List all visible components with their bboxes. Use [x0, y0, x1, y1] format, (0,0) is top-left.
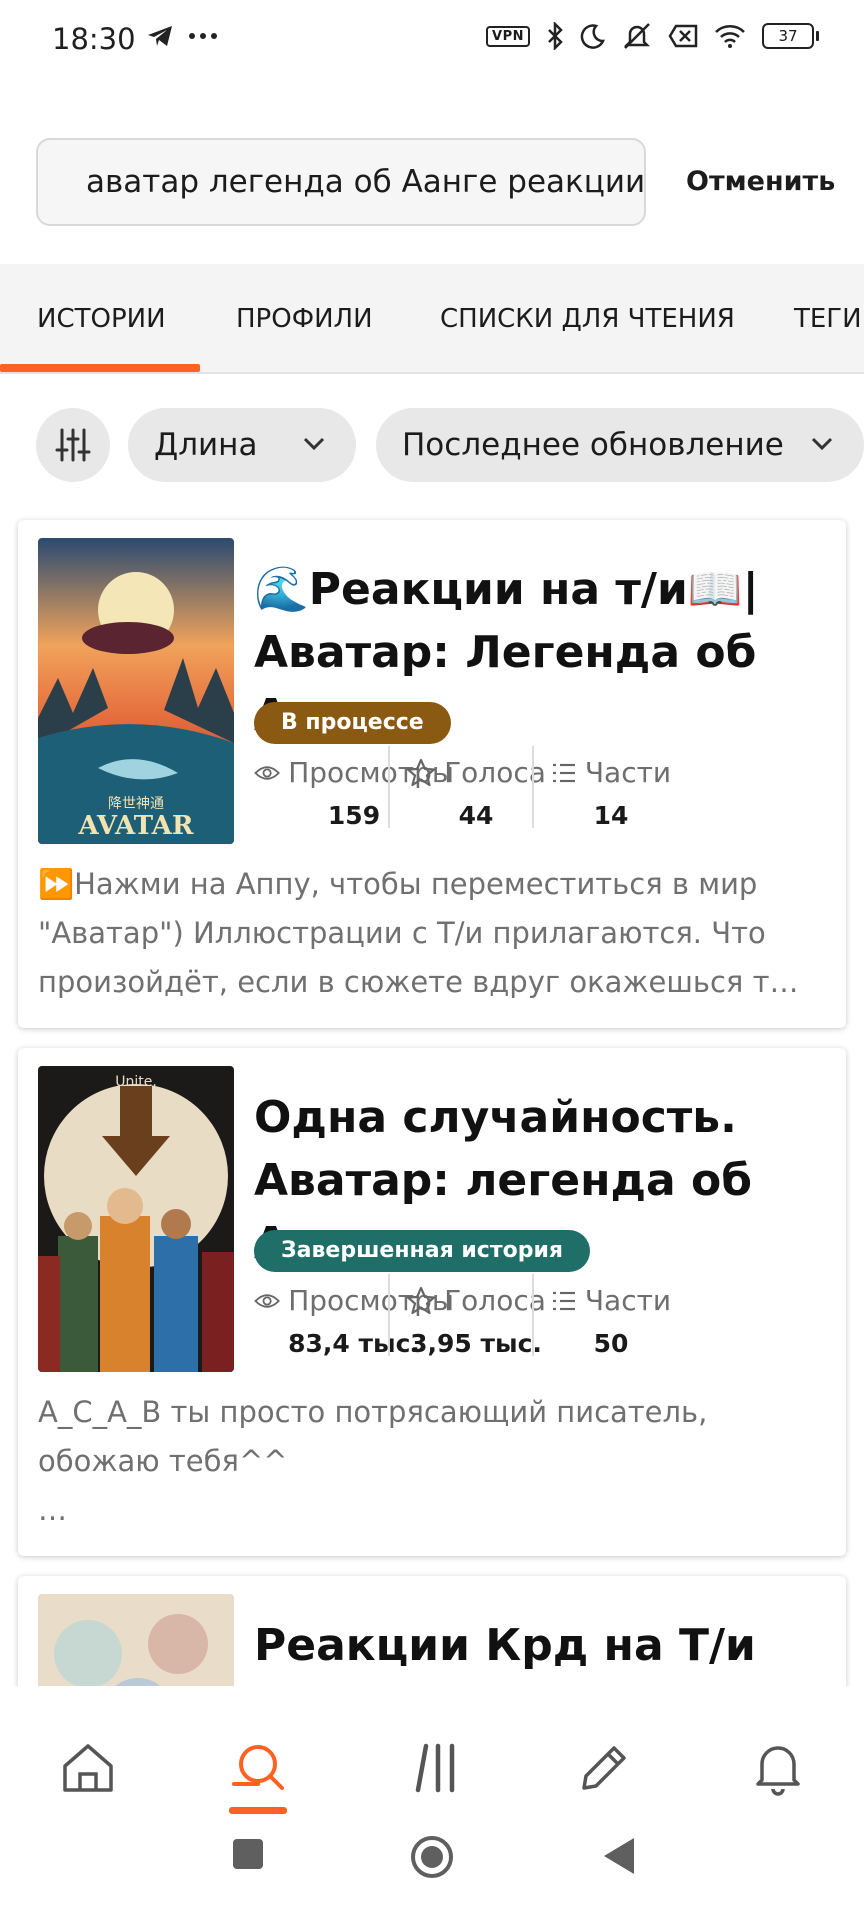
search-icon — [232, 1745, 284, 1790]
eye-icon — [254, 765, 281, 780]
description-line: "Аватар") Иллюстрации с Т/и прилагаются.… — [38, 916, 766, 950]
library-icon — [415, 1743, 455, 1793]
active-tab-indicator — [0, 364, 200, 372]
results-tabs: ИСТОРИИ ПРОФИЛИ СПИСКИ ДЛЯ ЧТЕНИЯ ТЕГИ — [0, 264, 864, 374]
status-badge: В процессе — [254, 702, 451, 744]
battery-icon: 37 — [762, 23, 819, 49]
bell-icon — [756, 1746, 800, 1796]
description-line: ⏩Нажми на Аппу, чтобы переместиться в ми… — [38, 867, 758, 901]
tab-reading-lists[interactable]: СПИСКИ ДЛЯ ЧТЕНИЯ — [440, 304, 735, 334]
length-filter[interactable]: Длина — [128, 408, 356, 482]
telegram-icon — [148, 26, 172, 46]
recent-apps-button[interactable] — [232, 1838, 264, 1870]
list-icon — [552, 1291, 575, 1310]
story-title-line: Одна случайность. — [254, 1092, 737, 1143]
filter-settings-button[interactable] — [36, 408, 110, 482]
chevron-down-icon — [811, 437, 833, 451]
search-input[interactable]: аватар легенда об Аанге реакции — [36, 138, 646, 226]
divider — [532, 746, 534, 828]
votes-label: Голоса — [444, 756, 546, 789]
story-title-line: Реакции Крд на Т/и — [254, 1620, 756, 1671]
active-nav-indicator — [229, 1807, 287, 1814]
bottom-navigation — [0, 1686, 864, 1920]
mute-icon — [623, 23, 651, 49]
sim-off-icon — [668, 24, 698, 48]
parts-value: 50 — [593, 1329, 629, 1358]
story-description: А_С_А_В ты просто потрясающий писатель, … — [38, 1388, 830, 1535]
story-card[interactable]: 降世神通 AVATAR 🌊Реакции на т/и📖| Аватар: Ле… — [18, 520, 846, 1028]
moon-icon — [580, 24, 605, 49]
cover-subtitle: 降世神通 — [108, 796, 164, 812]
tab-stories[interactable]: ИСТОРИИ — [37, 304, 166, 334]
home-button[interactable] — [409, 1834, 455, 1880]
status-time: 18:30 — [52, 22, 136, 56]
sort-filter[interactable]: Последнее обновление — [376, 408, 864, 482]
story-description: ⏩Нажми на Аппу, чтобы переместиться в ми… — [38, 860, 830, 1007]
votes-stat: Голоса 3,95 тыс. — [404, 1284, 548, 1358]
tab-tags[interactable]: ТЕГИ — [794, 304, 862, 334]
story-cover: Unite. — [38, 1066, 234, 1372]
divider — [388, 746, 390, 828]
nav-search[interactable] — [226, 1736, 290, 1800]
story-title[interactable]: Реакции Крд на Т/и — [254, 1614, 834, 1677]
sort-filter-label: Последнее обновление — [402, 427, 784, 463]
votes-stat: Голоса 44 — [404, 756, 548, 830]
home-icon — [63, 1744, 113, 1792]
sliders-icon — [55, 428, 91, 462]
parts-value: 14 — [593, 801, 629, 830]
cover-title: Unite. — [115, 1074, 157, 1090]
parts-stat: Части 50 — [548, 1284, 674, 1358]
nav-write[interactable] — [572, 1736, 636, 1800]
search-query: аватар легенда об Аанге реакции — [86, 164, 646, 200]
nav-notifications[interactable] — [746, 1736, 810, 1800]
parts-stat: Части 14 — [548, 756, 674, 830]
star-icon — [406, 1286, 436, 1314]
bluetooth-icon — [548, 22, 563, 50]
list-icon — [552, 763, 575, 782]
chevron-down-icon — [303, 437, 325, 451]
parts-label: Части — [584, 1284, 672, 1317]
parts-label: Части — [584, 756, 672, 789]
eye-icon — [254, 1293, 281, 1308]
votes-label: Голоса — [444, 1284, 546, 1317]
story-cover: 降世神通 AVATAR — [38, 538, 234, 844]
status-bar: 18:30 VPN 37 — [0, 0, 864, 84]
status-badge: Завершенная история — [254, 1230, 590, 1272]
write-icon — [582, 1746, 626, 1790]
description-line: произойдёт, если в сюжете вдруг окажешьс… — [38, 965, 799, 999]
story-card[interactable]: Unite. Одна случайность. Аватар: легенда… — [18, 1048, 846, 1556]
story-title-line: 🌊Реакции на т/и📖| — [254, 564, 759, 615]
votes-value: 44 — [458, 801, 494, 830]
wifi-icon — [715, 25, 745, 48]
description-line: … — [38, 1493, 67, 1527]
description-line: обожаю тебя^^ — [38, 1444, 288, 1478]
tab-profiles[interactable]: ПРОФИЛИ — [236, 304, 373, 334]
vpn-icon: VPN — [486, 25, 530, 47]
divider — [532, 1274, 534, 1356]
cancel-button[interactable]: Отменить — [686, 166, 835, 197]
nav-library[interactable] — [400, 1736, 464, 1800]
back-button[interactable] — [602, 1836, 636, 1876]
star-icon — [406, 758, 436, 786]
divider — [388, 1274, 390, 1356]
cover-title: AVATAR — [78, 811, 194, 841]
nav-home[interactable] — [56, 1736, 120, 1800]
votes-value: 3,95 тыс. — [410, 1329, 542, 1358]
more-icon — [189, 33, 217, 39]
description-line: А_С_А_В ты просто потрясающий писатель, — [38, 1395, 708, 1429]
length-filter-label: Длина — [154, 427, 258, 463]
